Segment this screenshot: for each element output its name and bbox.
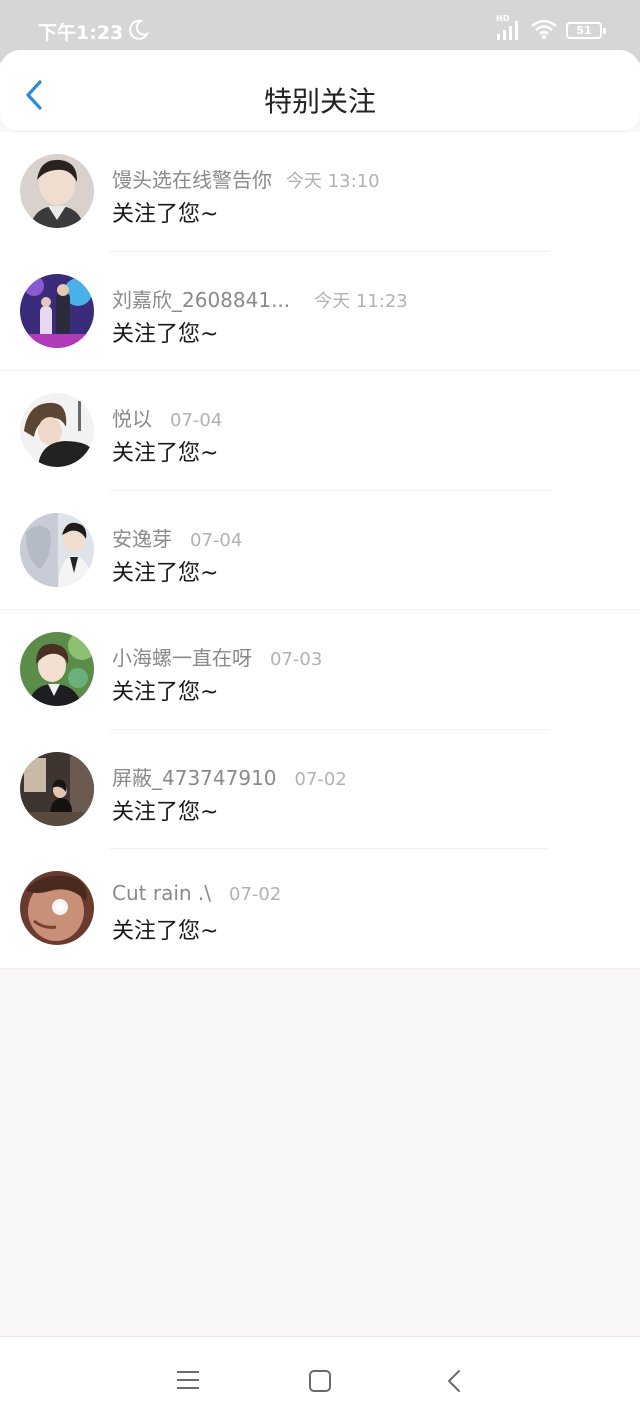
list-item[interactable]: 小海螺一直在呀 07-03 关注了您~ bbox=[0, 610, 640, 730]
item-name-row: 屏蔽_473747910 07-02 bbox=[112, 762, 347, 791]
battery-icon: 51 bbox=[566, 22, 606, 39]
page-title: 特别关注 bbox=[263, 85, 376, 118]
item-time: 07-03 bbox=[270, 649, 323, 670]
item-message: 关注了您~ bbox=[112, 560, 219, 586]
item-name: 小海螺一直在呀 bbox=[112, 646, 252, 670]
page-header: 特别关注 bbox=[0, 50, 640, 132]
item-message: 关注了您~ bbox=[112, 799, 219, 825]
system-nav-bar bbox=[0, 1336, 640, 1422]
list-item[interactable]: 屏蔽_473747910 07-02 关注了您~ bbox=[0, 729, 640, 849]
status-time: 下午1:23 bbox=[38, 22, 124, 44]
signal-icon bbox=[497, 21, 518, 40]
list-item[interactable]: Cut rain .\ 07-02 关注了您~ bbox=[0, 849, 640, 969]
avatar[interactable] bbox=[20, 512, 94, 587]
avatar[interactable] bbox=[20, 871, 94, 945]
list-item[interactable]: 馒头选在线警告你 今天 13:10 关注了您~ bbox=[0, 132, 640, 252]
item-name: 馒头选在线警告你 bbox=[112, 168, 272, 192]
item-time: 今天 11:23 bbox=[314, 290, 408, 312]
item-time: 07-04 bbox=[170, 410, 223, 431]
item-message: 关注了您~ bbox=[112, 919, 219, 944]
item-time: 07-04 bbox=[190, 529, 243, 551]
item-name: 刘嘉欣_2608841... bbox=[112, 287, 291, 312]
item-message: 关注了您~ bbox=[112, 441, 219, 466]
item-time: 07-02 bbox=[294, 768, 347, 790]
item-message: 关注了您~ bbox=[112, 202, 219, 227]
moon-icon bbox=[129, 19, 149, 40]
item-name-row: 安逸芽 07-04 bbox=[112, 523, 242, 552]
item-name-row: 馒头选在线警告你 今天 13:10 bbox=[112, 164, 380, 193]
item-message: 关注了您~ bbox=[112, 321, 219, 347]
avatar[interactable] bbox=[20, 632, 94, 706]
list-item[interactable]: 刘嘉欣_2608841... 今天 11:23 关注了您~ bbox=[0, 251, 640, 371]
item-name: Cut rain .\ bbox=[112, 881, 212, 905]
divider bbox=[0, 967, 640, 969]
item-name-row: Cut rain .\ 07-02 bbox=[112, 881, 281, 905]
avatar[interactable] bbox=[20, 154, 94, 228]
avatar[interactable] bbox=[20, 393, 94, 467]
wifi-icon bbox=[531, 19, 557, 39]
avatar[interactable] bbox=[20, 751, 94, 826]
avatar[interactable] bbox=[20, 273, 94, 348]
home-square-icon[interactable] bbox=[308, 1369, 332, 1393]
list-item[interactable]: 悦以 07-04 关注了您~ bbox=[0, 371, 640, 491]
item-time: 07-02 bbox=[229, 884, 282, 905]
item-name-row: 悦以 07-04 bbox=[112, 403, 222, 432]
item-name-row: 刘嘉欣_2608841... 今天 11:23 bbox=[112, 284, 408, 313]
battery-level: 51 bbox=[576, 24, 592, 37]
item-name: 悦以 bbox=[112, 407, 152, 431]
item-time: 今天 13:10 bbox=[286, 171, 380, 192]
menu-icon[interactable] bbox=[176, 1369, 200, 1391]
item-name: 屏蔽_473747910 bbox=[112, 765, 277, 790]
item-name-row: 小海螺一直在呀 07-03 bbox=[112, 642, 322, 671]
item-name: 安逸芽 bbox=[112, 526, 172, 551]
item-message: 关注了您~ bbox=[112, 680, 219, 705]
list-item[interactable]: 安逸芽 07-04 关注了您~ bbox=[0, 490, 640, 610]
follow-list: 馒头选在线警告你 今天 13:10 关注了您~ 刘嘉欣_2608841... 今天 … bbox=[0, 132, 640, 969]
back-chevron-icon[interactable] bbox=[444, 1369, 464, 1393]
